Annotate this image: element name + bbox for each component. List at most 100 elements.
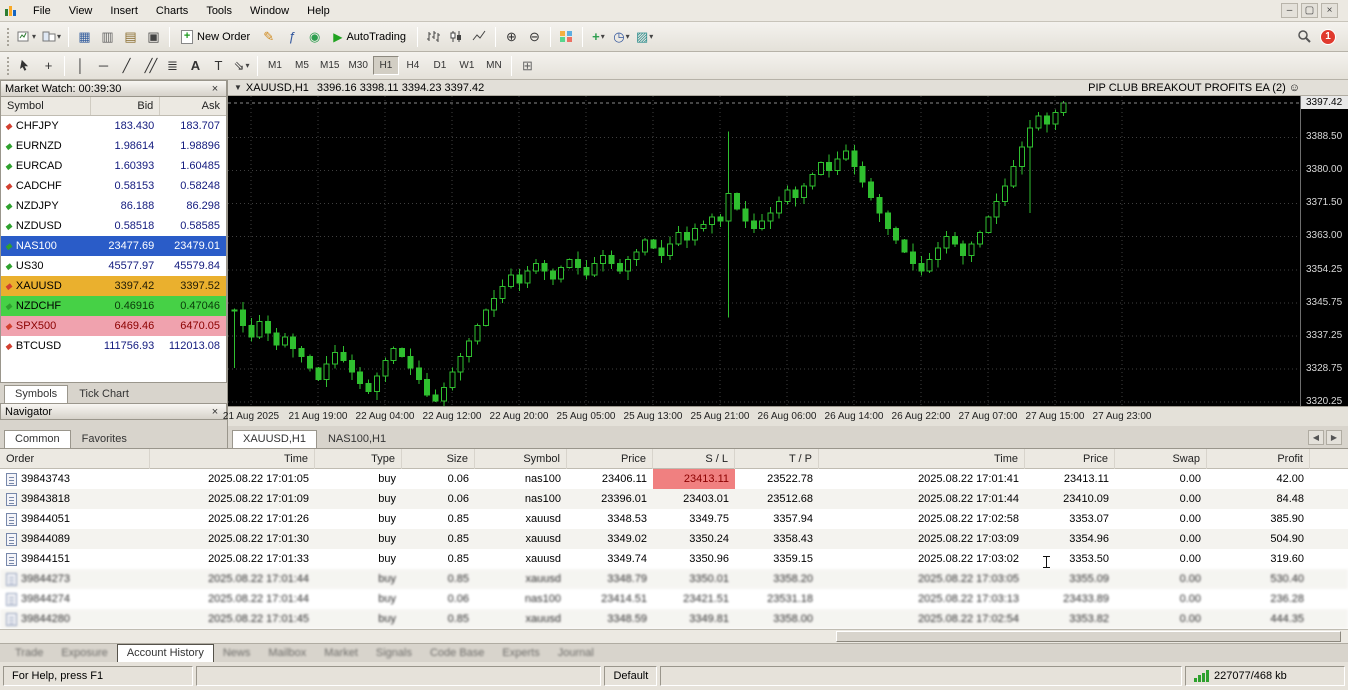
market-watch-row[interactable]: ◆ CADCHF 0.58153 0.58248 xyxy=(1,176,226,196)
menu-item-insert[interactable]: Insert xyxy=(101,3,147,19)
tab-nas100-h1[interactable]: NAS100,H1 xyxy=(317,430,397,448)
status-profile[interactable]: Default xyxy=(604,666,658,686)
timeframe-m15[interactable]: M15 xyxy=(316,56,343,75)
column-bid[interactable]: Bid xyxy=(91,97,161,115)
metaeditor-button[interactable]: ✎ xyxy=(257,26,280,48)
bar-chart-mode-button[interactable] xyxy=(422,26,445,48)
timeframe-mn[interactable]: MN xyxy=(481,56,507,75)
time-axis[interactable]: 21 Aug 2025 21 Aug 19:00 22 Aug 04:00 22 Au… xyxy=(223,406,1348,426)
timeframe-w1[interactable]: W1 xyxy=(454,56,480,75)
tab-tick-chart[interactable]: Tick Chart xyxy=(68,385,140,403)
vertical-line-tool-button[interactable]: │ xyxy=(69,55,92,77)
horizontal-line-tool-button[interactable]: ─ xyxy=(92,55,115,77)
data-window-button[interactable]: ▥ xyxy=(96,26,119,48)
channel-tool-button[interactable]: ╱╱ xyxy=(138,55,161,77)
timeframe-h1[interactable]: H1 xyxy=(372,56,399,75)
history-row[interactable]: 39843743 2025.08.22 17:01:05 buy 0.06 nas100… xyxy=(0,469,1348,489)
tab-xauusd-h1[interactable]: XAUUSD,H1 xyxy=(232,430,317,448)
templates-button[interactable]: ▨ ▾ xyxy=(633,26,656,48)
timeframe-m5[interactable]: M5 xyxy=(289,56,315,75)
market-watch-row[interactable]: ◆ CHFJPY 183.430 183.707 xyxy=(1,116,226,136)
market-watch-row[interactable]: ◆ US30 45577.97 45579.84 xyxy=(1,256,226,276)
new-chart-button[interactable]: ▾ xyxy=(14,26,39,48)
terminal-tab-code-base[interactable]: Code Base xyxy=(421,645,493,662)
price-scale[interactable]: 3388.50 3380.00 3371.50 3363.00 3354.25 3345.… xyxy=(1300,95,1348,407)
terminal-tab-news[interactable]: News xyxy=(214,645,260,662)
trendline-tool-button[interactable]: ╱ xyxy=(115,55,138,77)
terminal-tab-account-history[interactable]: Account History xyxy=(116,644,214,662)
scripts-button[interactable]: ƒ xyxy=(280,26,303,48)
history-row[interactable]: 39844089 2025.08.22 17:01:30 buy 0.85 xauusd… xyxy=(0,529,1348,549)
market-watch-toggle-button[interactable]: ▦ xyxy=(73,26,96,48)
history-column-11[interactable]: Profit xyxy=(1207,449,1310,469)
history-column-1[interactable]: Time xyxy=(150,449,315,469)
terminal-toggle-button[interactable]: ▣ xyxy=(142,26,165,48)
market-watch-close-icon[interactable]: × xyxy=(208,83,222,95)
chart-collapse-icon[interactable]: ▼ xyxy=(234,83,242,92)
menu-item-file[interactable]: File xyxy=(24,3,60,19)
menu-item-window[interactable]: Window xyxy=(241,3,298,19)
terminal-tab-market[interactable]: Market xyxy=(315,645,367,662)
crosshair-tool-button[interactable]: + xyxy=(37,55,60,77)
market-watch-row[interactable]: ◆ BTCUSD 111756.93 112013.08 xyxy=(1,336,226,356)
tab-common[interactable]: Common xyxy=(4,430,71,448)
menu-item-charts[interactable]: Charts xyxy=(147,3,197,19)
notification-badge[interactable]: 1 xyxy=(1320,28,1336,45)
horizontal-scrollbar[interactable] xyxy=(0,629,1348,643)
terminal-tab-mailbox[interactable]: Mailbox xyxy=(259,645,315,662)
periods-button[interactable]: ◷ ▾ xyxy=(610,26,633,48)
history-row[interactable]: 39844273 2025.08.22 17:01:44 buy 0.85 xauusd… xyxy=(0,569,1348,589)
chart-plot[interactable] xyxy=(228,96,1300,406)
history-column-10[interactable]: Swap xyxy=(1115,449,1207,469)
market-watch-row[interactable]: ◆ NZDJPY 86.188 86.298 xyxy=(1,196,226,216)
period-sets-button[interactable]: ⊞ xyxy=(516,55,539,77)
profiles-button[interactable]: ▾ xyxy=(39,26,64,48)
history-row[interactable]: 39843818 2025.08.22 17:01:09 buy 0.06 nas100… xyxy=(0,489,1348,509)
market-watch-row[interactable]: ◆ SPX500 6469.46 6470.05 xyxy=(1,316,226,336)
history-column-9[interactable]: Price xyxy=(1025,449,1115,469)
column-ask[interactable]: Ask xyxy=(160,97,226,115)
chart-tabs-scroll-left-icon[interactable]: ◀ xyxy=(1308,430,1324,445)
toolbar-grip[interactable] xyxy=(7,56,11,75)
text-tool-button[interactable]: A xyxy=(184,55,207,77)
label-tool-button[interactable]: T xyxy=(207,55,230,77)
cursor-tool-button[interactable] xyxy=(14,55,37,77)
history-column-7[interactable]: T / P xyxy=(735,449,819,469)
zoom-in-button[interactable]: ⊕ xyxy=(500,26,523,48)
history-row[interactable]: 39844274 2025.08.22 17:01:44 buy 0.06 nas100… xyxy=(0,589,1348,609)
ea-smiley-icon[interactable]: ☺ xyxy=(1289,82,1300,94)
close-button[interactable]: × xyxy=(1321,3,1338,18)
market-watch-row[interactable]: ◆ NZDCHF 0.46916 0.47046 xyxy=(1,296,226,316)
candlestick-mode-button[interactable] xyxy=(445,26,468,48)
fibonacci-tool-button[interactable]: ≣ xyxy=(161,55,184,77)
tile-windows-button[interactable] xyxy=(555,26,578,48)
history-column-8[interactable]: Time xyxy=(819,449,1025,469)
navigator-toggle-button[interactable]: ▤ xyxy=(119,26,142,48)
history-row[interactable]: 39844280 2025.08.22 17:01:45 buy 0.85 xauusd… xyxy=(0,609,1348,629)
expert-advisors-button[interactable]: ◉ xyxy=(303,26,326,48)
minimize-button[interactable]: – xyxy=(1281,3,1298,18)
history-column-3[interactable]: Size xyxy=(402,449,475,469)
search-icon[interactable] xyxy=(1297,29,1312,44)
menu-item-help[interactable]: Help xyxy=(298,3,339,19)
terminal-tab-journal[interactable]: Journal xyxy=(549,645,603,662)
history-column-4[interactable]: Symbol xyxy=(475,449,567,469)
toolbar-grip[interactable] xyxy=(7,27,11,46)
timeframe-m1[interactable]: M1 xyxy=(262,56,288,75)
menu-item-view[interactable]: View xyxy=(60,3,102,19)
terminal-tab-trade[interactable]: Trade xyxy=(6,645,52,662)
line-chart-mode-button[interactable] xyxy=(468,26,491,48)
timeframe-d1[interactable]: D1 xyxy=(427,56,453,75)
restore-button[interactable]: ▢ xyxy=(1301,3,1318,18)
menu-item-tools[interactable]: Tools xyxy=(197,3,241,19)
indicators-button[interactable]: + ▾ xyxy=(587,26,610,48)
history-column-2[interactable]: Type xyxy=(315,449,402,469)
market-watch-row[interactable]: ◆ NAS100 23477.69 23479.01 xyxy=(1,236,226,256)
tab-symbols[interactable]: Symbols xyxy=(4,385,69,403)
timeframe-h4[interactable]: H4 xyxy=(400,56,426,75)
terminal-tab-signals[interactable]: Signals xyxy=(367,645,421,662)
autotrading-button[interactable]: ▶ AutoTrading xyxy=(326,26,413,48)
column-symbol[interactable]: Symbol xyxy=(1,97,91,115)
history-row[interactable]: 39844151 2025.08.22 17:01:33 buy 0.85 xauusd… xyxy=(0,549,1348,569)
timeframe-m30[interactable]: M30 xyxy=(344,56,371,75)
